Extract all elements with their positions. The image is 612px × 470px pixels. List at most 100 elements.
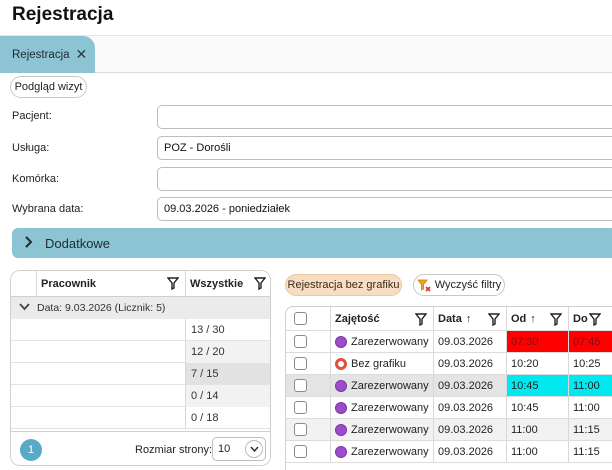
rejestracja-bez-grafiku-button[interactable]: Rejestracja bez grafiku — [285, 274, 402, 296]
column-header-wszystkie[interactable]: Wszystkie — [186, 271, 270, 297]
do-cell: 11:00 — [569, 375, 612, 396]
table-row[interactable]: 0 / 14 — [11, 385, 270, 407]
table-row[interactable]: 13 / 30 — [11, 319, 270, 341]
filter-icon[interactable] — [415, 313, 427, 326]
reserved-status-icon — [335, 401, 347, 414]
clear-filter-icon — [416, 279, 431, 292]
zajetosc-cell: Zarezerwowany — [331, 397, 434, 418]
podglad-wizyt-button[interactable]: Podgląd wizyt — [10, 76, 87, 98]
row-checkbox[interactable] — [294, 445, 307, 458]
column-header-data[interactable]: Data ↑ — [434, 307, 507, 330]
table-row[interactable]: Bez grafiku 09.03.2026 10:20 10:25 — [286, 353, 612, 375]
filter-icon[interactable] — [550, 313, 562, 326]
column-header-zajetosc[interactable]: Zajętość — [331, 307, 434, 330]
wyczysc-filtry-label: Wyczyść filtry — [434, 279, 502, 291]
reserved-status-icon — [335, 335, 347, 348]
column-header-pracownik[interactable]: Pracownik — [37, 271, 186, 297]
pracownik-cell — [37, 319, 186, 341]
row-select-cell — [286, 419, 331, 440]
od-cell: 10:20 — [507, 353, 569, 374]
page-size-select[interactable]: 10 — [212, 437, 266, 461]
zajetosc-text: Zarezerwowany — [351, 445, 429, 458]
wszystkie-cell: 13 / 30 — [191, 324, 225, 336]
column-label: Wszystkie — [190, 278, 244, 290]
row-checkbox[interactable] — [294, 357, 307, 370]
zajetosc-cell: Zarezerwowany — [331, 441, 434, 462]
row-spacer — [11, 385, 37, 407]
chevron-down-icon[interactable] — [11, 302, 37, 314]
group-label: Data: 9.03.2026 (Licznik: 5) — [37, 302, 166, 314]
page-size-label: Rozmiar strony: — [135, 444, 213, 456]
filter-icon[interactable] — [254, 277, 266, 290]
row-select-cell — [286, 331, 331, 352]
usluga-label: Usługa: — [12, 142, 50, 154]
pracownik-cell — [37, 385, 186, 407]
row-checkbox[interactable] — [294, 335, 307, 348]
do-cell: 07:45 — [569, 331, 612, 352]
filter-icon[interactable] — [167, 277, 179, 290]
row-checkbox[interactable] — [294, 423, 307, 436]
wizyty-grid: Zajętość Data ↑ Od ↑ Do Zarezerwowany 09… — [285, 306, 612, 470]
data-cell: 09.03.2026 — [434, 397, 507, 418]
od-cell: 07:30 — [507, 331, 569, 352]
table-row[interactable]: Zarezerwowany 09.03.2026 10:45 11:00 — [286, 375, 612, 397]
table-row[interactable]: 12 / 20 — [11, 341, 270, 363]
row-select-cell — [286, 441, 331, 462]
row-spacer — [11, 319, 37, 341]
group-row[interactable]: Data: 9.03.2026 (Licznik: 5) — [11, 297, 270, 319]
komorka-input[interactable] — [157, 167, 612, 191]
pacjent-label: Pacjent: — [12, 110, 52, 122]
table-row[interactable]: Zarezerwowany 09.03.2026 11:00 11:15 — [286, 419, 612, 441]
table-row[interactable]: Zarezerwowany 09.03.2026 07:30 07:45 — [286, 331, 612, 353]
pracownik-grid: Pracownik Wszystkie Data: 9.03.2026 (Lic… — [10, 270, 271, 466]
reserved-status-icon — [335, 423, 347, 436]
chevron-right-icon — [24, 235, 33, 251]
komorka-label: Komórka: — [12, 173, 60, 185]
page-button[interactable]: 1 — [20, 439, 42, 461]
pacjent-input[interactable] — [157, 105, 612, 129]
chevron-down-icon[interactable] — [245, 440, 263, 458]
data-cell: 09.03.2026 — [434, 375, 507, 396]
table-row[interactable]: 7 / 15 — [11, 363, 270, 385]
od-cell: 11:00 — [507, 441, 569, 462]
od-cell: 10:45 — [507, 397, 569, 418]
column-header-do[interactable]: Do — [569, 307, 612, 330]
column-label: Pracownik — [41, 278, 97, 290]
zajetosc-cell: Zarezerwowany — [331, 419, 434, 440]
select-all-checkbox[interactable] — [294, 312, 307, 325]
wszystkie-cell: 7 / 15 — [186, 363, 270, 385]
column-label: Od — [511, 312, 527, 325]
tab-strip: Rejestracja ✕ — [0, 36, 612, 73]
wszystkie-cell: 0 / 18 — [191, 412, 219, 424]
dodatkowe-section-header[interactable]: Dodatkowe — [12, 228, 612, 258]
filter-icon[interactable] — [488, 313, 500, 326]
table-row[interactable]: Zarezerwowany 09.03.2026 10:45 11:00 — [286, 397, 612, 419]
row-checkbox[interactable] — [294, 379, 307, 392]
row-spacer — [11, 363, 37, 385]
do-cell: 11:15 — [569, 419, 612, 440]
wyczysc-filtry-button[interactable]: Wyczyść filtry — [413, 274, 505, 296]
data-cell: 09.03.2026 — [434, 441, 507, 462]
column-label: Data — [438, 312, 462, 325]
wybrana-data-label: Wybrana data: — [12, 203, 84, 215]
wybrana-data-input[interactable]: 09.03.2026 - poniedziałek — [157, 197, 612, 221]
tab-label: Rejestracja — [12, 48, 70, 61]
filter-icon[interactable] — [589, 313, 601, 326]
reserved-status-icon — [335, 445, 347, 458]
column-header-od[interactable]: Od ↑ — [507, 307, 569, 330]
reserved-status-icon — [335, 379, 347, 392]
tab-rejestracja[interactable]: Rejestracja ✕ — [0, 36, 95, 73]
table-row[interactable]: 0 / 18 — [11, 407, 270, 429]
close-icon[interactable]: ✕ — [76, 46, 88, 63]
row-select-cell — [286, 353, 331, 374]
dodatkowe-label: Dodatkowe — [45, 235, 111, 251]
column-label: Do — [573, 312, 588, 325]
select-all-cell — [286, 307, 331, 330]
zajetosc-cell: Bez grafiku — [331, 353, 434, 374]
row-checkbox[interactable] — [294, 401, 307, 414]
do-cell: 11:00 — [569, 397, 612, 418]
table-row[interactable]: Zarezerwowany 09.03.2026 11:00 11:15 — [286, 441, 612, 463]
column-label: Zajętość — [335, 312, 380, 325]
data-cell: 09.03.2026 — [434, 331, 507, 352]
usluga-input[interactable]: POZ - Dorośli — [157, 136, 612, 160]
